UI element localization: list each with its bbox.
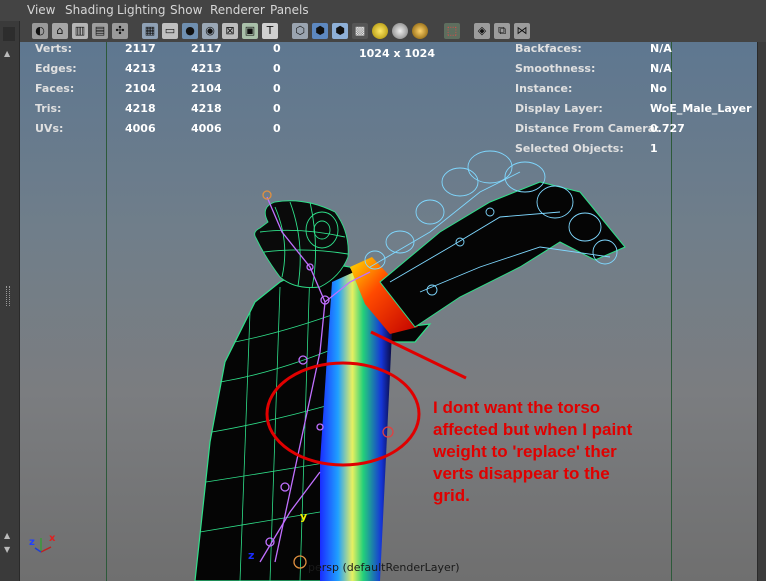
hud-backfaces-value: N/A <box>650 42 672 55</box>
annotation-line-3: weight to 'replace' ther <box>433 442 617 461</box>
xray-icon[interactable]: ◈ <box>474 23 490 39</box>
hud-selected-value: 1 <box>650 142 658 155</box>
hud-distance-label: Distance From Camera: <box>515 122 660 135</box>
safe-title-icon[interactable]: T <box>262 23 278 39</box>
gizmo-z-label: z <box>29 537 35 548</box>
hud-verts-c: 0 <box>273 42 281 55</box>
hud-faces-label: Faces: <box>35 82 75 95</box>
head-wireframe <box>254 200 349 289</box>
shadows-icon[interactable] <box>412 23 428 39</box>
perspective-viewport[interactable]: Verts: 2117 2117 0 Edges: 4213 4213 0 Fa… <box>20 42 757 581</box>
two-d-pan-icon[interactable]: ✣ <box>112 23 128 39</box>
isolate-select-icon[interactable]: ⬚ <box>444 23 460 39</box>
menu-lighting[interactable]: Lighting <box>117 3 166 17</box>
right-side-strip <box>757 42 766 581</box>
hud-smoothness-value: N/A <box>650 62 672 75</box>
menu-show[interactable]: Show <box>170 3 202 17</box>
gizmo-x-label: x <box>49 533 56 544</box>
hud-tris-c: 0 <box>273 102 281 115</box>
hud-tris-label: Tris: <box>35 102 62 115</box>
hud-uvs-a: 4006 <box>125 122 156 135</box>
textured-icon[interactable]: ▩ <box>352 23 368 39</box>
safe-action-icon[interactable]: ▣ <box>242 23 258 39</box>
resolution-gate-icon[interactable]: ● <box>182 23 198 39</box>
hud-instance-label: Instance: <box>515 82 573 95</box>
hud-faces-c: 0 <box>273 82 281 95</box>
hud-uvs-b: 4006 <box>191 122 222 135</box>
scroll-up-icon[interactable]: ▲ <box>4 49 10 58</box>
gate-mask-icon[interactable]: ◉ <box>202 23 218 39</box>
left-side-strip: ▲ ▲ ▼ <box>0 21 20 581</box>
annotation-line-5: grid. <box>433 486 470 505</box>
lock-camera-icon[interactable]: ⌂ <box>52 23 68 39</box>
annotation-line-2: affected but when I paint <box>433 420 633 439</box>
collapse-handle[interactable] <box>3 27 15 41</box>
hud-tris-a: 4218 <box>125 102 156 115</box>
drag-grip-icon[interactable] <box>6 286 10 306</box>
hud-edges-a: 4213 <box>125 62 156 75</box>
hud-smoothness-label: Smoothness: <box>515 62 596 75</box>
menu-view[interactable]: View <box>27 3 55 17</box>
hud-uvs-c: 0 <box>273 122 281 135</box>
wireframe-on-shaded-icon[interactable]: ⬢ <box>332 23 348 39</box>
hud-verts-b: 2117 <box>191 42 222 55</box>
grid-icon[interactable]: ▦ <box>142 23 158 39</box>
xray-joints-icon[interactable]: ⧉ <box>494 23 510 39</box>
menu-shading[interactable]: Shading <box>65 3 114 17</box>
resolution-readout: 1024 x 1024 <box>359 47 435 60</box>
scroll-down-icon[interactable]: ▼ <box>4 545 10 554</box>
smooth-shade-icon[interactable]: ⬢ <box>312 23 328 39</box>
hud-faces-b: 2104 <box>191 82 222 95</box>
field-chart-icon[interactable]: ⊠ <box>222 23 238 39</box>
hud-uvs-label: UVs: <box>35 122 64 135</box>
image-plane-icon[interactable]: ▤ <box>92 23 108 39</box>
hud-edges-c: 0 <box>273 62 281 75</box>
hud-edges-b: 4213 <box>191 62 222 75</box>
hud-display-layer-value: WoE_Male_Layer <box>650 102 752 115</box>
wireframe-icon[interactable]: ⬡ <box>292 23 308 39</box>
default-light-icon[interactable] <box>372 23 388 39</box>
select-camera-icon[interactable]: ◐ <box>32 23 48 39</box>
hud-display-layer-label: Display Layer: <box>515 102 603 115</box>
scroll-up-icon-lower[interactable]: ▲ <box>4 531 10 540</box>
camera-name-label: persp (defaultRenderLayer) <box>308 561 460 574</box>
hud-verts-label: Verts: <box>35 42 73 55</box>
all-lights-icon[interactable] <box>392 23 408 39</box>
hud-distance-value: 0.727 <box>650 122 685 135</box>
bookmarks-icon[interactable]: ▥ <box>72 23 88 39</box>
share-icon[interactable]: ⋈ <box>514 23 530 39</box>
hud-instance-value: No <box>650 82 667 95</box>
hud-faces-a: 2104 <box>125 82 156 95</box>
scene-axis-z: z <box>248 549 255 562</box>
film-gate-icon[interactable]: ▭ <box>162 23 178 39</box>
arm-wireframe <box>379 181 626 328</box>
hud-verts-a: 2117 <box>125 42 156 55</box>
annotation-line-1: I dont want the torso <box>433 398 601 417</box>
menu-renderer[interactable]: Renderer <box>210 3 265 17</box>
hud-backfaces-label: Backfaces: <box>515 42 582 55</box>
menu-panels[interactable]: Panels <box>270 3 309 17</box>
hud-edges-label: Edges: <box>35 62 77 75</box>
hud-tris-b: 4218 <box>191 102 222 115</box>
panel-menu-bar: View Shading Lighting Show Renderer Pane… <box>0 0 766 22</box>
panel-toolbar: ◐ ⌂ ▥ ▤ ✣ ▦ ▭ ● ◉ ⊠ ▣ T ⬡ ⬢ ⬢ ▩ ⬚ ◈ ⧉ ⋈ <box>20 21 766 43</box>
annotation-line-4: verts disappear to the <box>433 464 610 483</box>
axis-gizmo-icon <box>34 538 52 553</box>
scene-axis-y: y <box>300 510 308 523</box>
hud-selected-label: Selected Objects: <box>515 142 624 155</box>
